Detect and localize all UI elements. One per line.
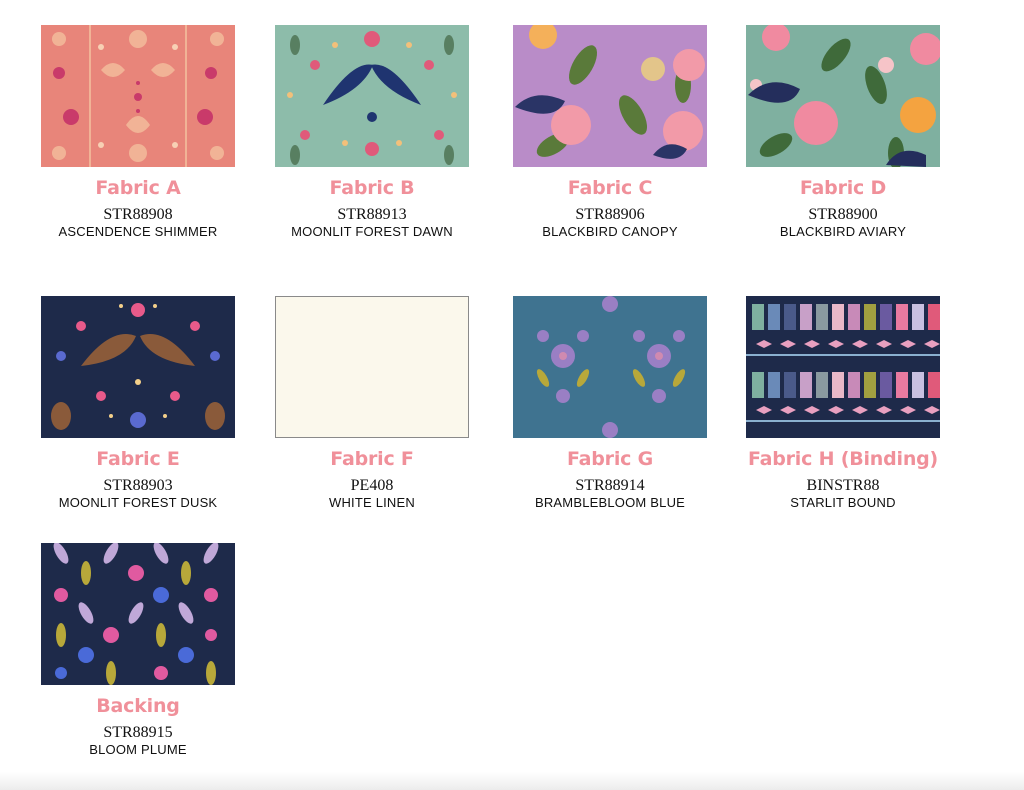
fabric-d-code: STR88900: [808, 206, 878, 223]
fabric-f-name: WHITE LINEN: [329, 495, 415, 510]
fabric-card-h: Fabric H (Binding) BINSTR88 STARLIT BOUN…: [746, 296, 940, 511]
fabric-d-label: Fabric D: [799, 177, 887, 199]
fabric-card-f: Fabric F PE408 WHITE LINEN: [275, 296, 469, 511]
fabric-card-c: Fabric C STR88906 BLACKBIRD CANOPY: [513, 25, 707, 240]
fabric-h-code: BINSTR88: [806, 477, 880, 494]
backing-label: Backing: [96, 695, 180, 717]
backing-name: BLOOM PLUME: [89, 742, 187, 757]
fabric-b-name: MOONLIT FOREST DAWN: [291, 224, 453, 239]
fabric-f-code: PE408: [350, 477, 394, 494]
fabric-a-swatch-image: [41, 25, 235, 167]
fabric-f-label: Fabric F: [330, 448, 414, 470]
fabric-a-label: Fabric A: [95, 177, 181, 199]
fabric-card-g: Fabric G STR88914 BRAMBLEBLOOM BLUE: [513, 296, 707, 511]
fabric-g-code: STR88914: [575, 477, 645, 494]
fabric-g-name: BRAMBLEBLOOM BLUE: [534, 495, 686, 510]
fabric-card-backing: Backing STR88915 BLOOM PLUME: [41, 543, 235, 758]
backing-code: STR88915: [103, 724, 173, 741]
fabric-e-label: Fabric E: [96, 448, 180, 470]
backing-swatch-image: [41, 543, 235, 685]
fabric-g-swatch-image: [513, 296, 707, 438]
fabric-e-code: STR88903: [103, 477, 173, 494]
fabric-c-swatch-image: [513, 25, 707, 167]
fabric-card-d: Fabric D STR88900 BLACKBIRD AVIARY: [746, 25, 940, 240]
fabric-f-swatch-image: [275, 296, 469, 438]
fabric-b-code: STR88913: [337, 206, 407, 223]
fabric-h-name: STARLIT BOUND: [790, 495, 896, 510]
page-bottom-shadow: [0, 772, 1024, 790]
fabric-h-label: Fabric H (Binding): [747, 448, 939, 470]
fabric-e-swatch-image: [41, 296, 235, 438]
fabric-card-e: Fabric E STR88903 MOONLIT FOREST DUSK: [41, 296, 235, 511]
fabric-h-swatch-image: [746, 296, 940, 438]
fabric-card-a: Fabric A STR88908 ASCENDENCE SHIMMER: [41, 25, 235, 240]
fabric-a-name: ASCENDENCE SHIMMER: [58, 224, 218, 239]
fabric-g-label: Fabric G: [566, 448, 654, 470]
fabric-c-label: Fabric C: [567, 177, 653, 199]
fabric-a-code: STR88908: [103, 206, 173, 223]
fabric-e-name: MOONLIT FOREST DUSK: [58, 495, 218, 510]
fabric-b-label: Fabric B: [329, 177, 415, 199]
fabric-d-name: BLACKBIRD AVIARY: [779, 224, 907, 239]
fabric-c-name: BLACKBIRD CANOPY: [542, 224, 678, 239]
fabric-c-code: STR88906: [575, 206, 645, 223]
fabric-card-b: Fabric B STR88913 MOONLIT FOREST DAWN: [275, 25, 469, 240]
fabric-b-swatch-image: [275, 25, 469, 167]
fabric-d-swatch-image: [746, 25, 940, 167]
